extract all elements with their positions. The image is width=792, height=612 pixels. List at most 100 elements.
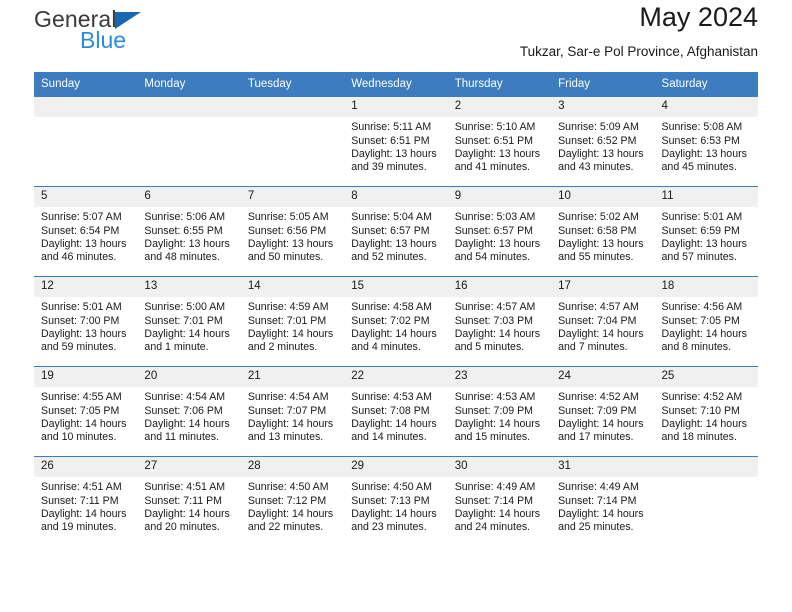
day-details: Sunrise: 4:55 AM Sunset: 7:05 PM Daylight:… [34,387,137,444]
day-number: 1 [344,97,448,118]
sunset-text: Sunset: 7:01 PM [144,314,223,327]
sunrise-text: Sunrise: 4:50 AM [247,481,329,494]
sunrise-text: Sunrise: 5:02 AM [558,211,639,224]
day-details: Sunrise: 5:02 AM Sunset: 6:58 PM Daylight:… [551,207,654,264]
calendar-day-cell[interactable]: 30 Sunrise: 4:49 AM Sunset: 7:14 PM Dayligh… [447,456,552,546]
calendar-day-cell[interactable]: 2 Sunrise: 5:10 AM Sunset: 6:51 PM Daylight… [447,96,552,187]
calendar-day-cell[interactable]: 27 Sunrise: 4:51 AM Sunset: 7:11 PM Dayligh… [137,456,241,546]
calendar-day-cell[interactable]: 16 Sunrise: 4:57 AM Sunset: 7:03 PM Dayligh… [447,276,552,367]
calendar-day-cell[interactable]: 10 Sunrise: 5:02 AM Sunset: 6:58 PM Dayligh… [551,186,655,277]
day-number: 26 [34,457,138,478]
day-details: Sunrise: 5:01 AM Sunset: 7:00 PM Daylight:… [34,297,137,354]
calendar-day-cell[interactable]: 4 Sunrise: 5:08 AM Sunset: 6:53 PM Daylight… [654,96,758,187]
sunset-text: Sunset: 7:08 PM [351,404,430,417]
calendar-day-cell[interactable]: 7 Sunrise: 5:05 AM Sunset: 6:56 PM Daylight… [240,186,345,277]
calendar-day-cell[interactable]: 19 Sunrise: 4:55 AM Sunset: 7:05 PM Dayligh… [34,366,138,457]
sunset-text: Sunset: 7:01 PM [247,314,327,327]
day-details: Sunrise: 5:07 AM Sunset: 6:54 PM Daylight:… [34,207,137,264]
sunset-text: Sunset: 6:53 PM [661,134,740,147]
calendar-day-cell[interactable]: 9 Sunrise: 5:03 AM Sunset: 6:57 PM Daylight… [447,186,552,277]
day-details: Sunrise: 4:52 AM Sunset: 7:09 PM Daylight:… [551,387,654,444]
page-title: May 2024 [639,2,758,32]
calendar-day-cell[interactable]: 18 Sunrise: 4:56 AM Sunset: 7:05 PM Dayligh… [654,276,758,367]
sunset-text: Sunset: 7:09 PM [454,404,534,417]
daylight-text: Daylight: 14 hours and 23 minutes. [351,507,437,534]
calendar-week-row: 26 Sunrise: 4:51 AM Sunset: 7:11 PM Dayligh… [34,456,758,546]
calendar-day-cell[interactable]: 14 Sunrise: 4:59 AM Sunset: 7:01 PM Dayligh… [240,276,345,367]
sunrise-text: Sunrise: 4:54 AM [144,391,226,404]
sunrise-text: Sunrise: 4:54 AM [247,391,329,404]
day-number: 11 [654,187,758,208]
calendar-day-cell[interactable]: 5 Sunrise: 5:07 AM Sunset: 6:54 PM Daylight… [34,186,138,277]
day-number: 14 [240,277,345,298]
calendar-day-cell[interactable]: 11 Sunrise: 5:01 AM Sunset: 6:59 PM Dayligh… [654,186,758,277]
calendar-day-cell[interactable]: 6 Sunrise: 5:06 AM Sunset: 6:55 PM Daylight… [137,186,241,277]
daylight-text: Daylight: 13 hours and 55 minutes. [558,237,644,264]
sunset-text: Sunset: 6:55 PM [144,224,223,237]
logo-text-general: General [34,8,141,31]
calendar-day-cell[interactable]: 22 Sunrise: 4:53 AM Sunset: 7:08 PM Dayligh… [344,366,448,457]
daylight-text: Daylight: 13 hours and 52 minutes. [351,237,437,264]
daylight-text: Daylight: 13 hours and 54 minutes. [454,237,541,264]
sunrise-text: Sunrise: 5:08 AM [661,121,743,134]
weekday-header-monday: Monday [137,72,241,97]
daylight-text: Daylight: 14 hours and 10 minutes. [41,417,127,444]
calendar-week-row: 5 Sunrise: 5:07 AM Sunset: 6:54 PM Daylight… [34,186,758,277]
day-details: Sunrise: 5:03 AM Sunset: 6:57 PM Daylight:… [448,207,551,264]
calendar-day-cell[interactable]: 25 Sunrise: 4:52 AM Sunset: 7:10 PM Dayligh… [654,366,758,457]
calendar-day-cell[interactable]: 15 Sunrise: 4:58 AM Sunset: 7:02 PM Dayligh… [344,276,448,367]
daylight-text: Daylight: 13 hours and 48 minutes. [144,237,230,264]
calendar-day-cell[interactable]: 3 Sunrise: 5:09 AM Sunset: 6:52 PM Daylight… [551,96,655,187]
day-number: 31 [551,457,655,478]
calendar-day-cell[interactable]: 26 Sunrise: 4:51 AM Sunset: 7:11 PM Dayligh… [34,456,138,546]
day-number: 16 [447,277,552,298]
calendar-day-cell[interactable]: 21 Sunrise: 4:54 AM Sunset: 7:07 PM Dayligh… [240,366,345,457]
daylight-text: Daylight: 14 hours and 18 minutes. [661,417,747,444]
day-number: 13 [137,277,241,298]
sunset-text: Sunset: 7:07 PM [247,404,327,417]
weekday-header-thursday: Thursday [447,72,552,97]
day-details: Sunrise: 5:08 AM Sunset: 6:53 PM Daylight:… [655,117,758,174]
day-number: 22 [344,367,448,388]
day-number: 6 [137,187,241,208]
sunrise-text: Sunrise: 5:04 AM [351,211,432,224]
daylight-text: Daylight: 14 hours and 4 minutes. [351,327,437,354]
sunrise-text: Sunrise: 5:06 AM [144,211,226,224]
calendar-day-cell[interactable]: 13 Sunrise: 5:00 AM Sunset: 7:01 PM Dayligh… [137,276,241,367]
calendar-day-cell[interactable]: 29 Sunrise: 4:50 AM Sunset: 7:13 PM Dayligh… [344,456,448,546]
daylight-text: Daylight: 14 hours and 5 minutes. [454,327,541,354]
sunset-text: Sunset: 6:59 PM [661,224,740,237]
sunrise-text: Sunrise: 4:58 AM [351,301,432,314]
day-details: Sunrise: 5:06 AM Sunset: 6:55 PM Daylight:… [137,207,240,264]
calendar-day-cell[interactable]: 17 Sunrise: 4:57 AM Sunset: 7:04 PM Dayligh… [551,276,655,367]
calendar-day-cell[interactable]: 12 Sunrise: 5:01 AM Sunset: 7:00 PM Dayligh… [34,276,138,367]
daylight-text: Daylight: 13 hours and 39 minutes. [351,147,437,174]
day-details: Sunrise: 4:58 AM Sunset: 7:02 PM Daylight:… [344,297,447,354]
sunset-text: Sunset: 7:13 PM [351,494,430,507]
day-details: Sunrise: 5:04 AM Sunset: 6:57 PM Daylight:… [344,207,447,264]
daylight-text: Daylight: 14 hours and 20 minutes. [144,507,230,534]
day-details: Sunrise: 4:52 AM Sunset: 7:10 PM Daylight:… [655,387,758,444]
calendar-day-cell[interactable]: 8 Sunrise: 5:04 AM Sunset: 6:57 PM Daylight… [344,186,448,277]
day-details: Sunrise: 4:49 AM Sunset: 7:14 PM Daylight:… [448,477,551,534]
day-number: 29 [344,457,448,478]
calendar-cell-empty [654,456,758,546]
day-number: 20 [137,367,241,388]
calendar-day-cell[interactable]: 28 Sunrise: 4:50 AM Sunset: 7:12 PM Dayligh… [240,456,345,546]
day-number: 24 [551,367,655,388]
calendar-day-cell[interactable]: 31 Sunrise: 4:49 AM Sunset: 7:14 PM Dayligh… [551,456,655,546]
weekday-header-tuesday: Tuesday [240,72,345,97]
calendar-day-cell[interactable]: 20 Sunrise: 4:54 AM Sunset: 7:06 PM Dayligh… [137,366,241,457]
day-details: Sunrise: 4:50 AM Sunset: 7:12 PM Daylight:… [241,477,344,534]
calendar-day-cell[interactable]: 1 Sunrise: 5:11 AM Sunset: 6:51 PM Daylight… [344,96,448,187]
daylight-text: Daylight: 13 hours and 46 minutes. [41,237,127,264]
sunrise-text: Sunrise: 4:49 AM [558,481,639,494]
calendar-day-cell[interactable]: 23 Sunrise: 4:53 AM Sunset: 7:09 PM Dayligh… [447,366,552,457]
general-blue-logo[interactable]: General Blue [34,0,141,52]
calendar-day-cell[interactable]: 24 Sunrise: 4:52 AM Sunset: 7:09 PM Dayligh… [551,366,655,457]
sunset-text: Sunset: 6:57 PM [351,224,430,237]
day-number: 2 [447,97,552,118]
day-number: 5 [34,187,138,208]
calendar-body: 1 Sunrise: 5:11 AM Sunset: 6:51 PM Daylight… [34,96,758,546]
sunrise-text: Sunrise: 4:51 AM [41,481,122,494]
